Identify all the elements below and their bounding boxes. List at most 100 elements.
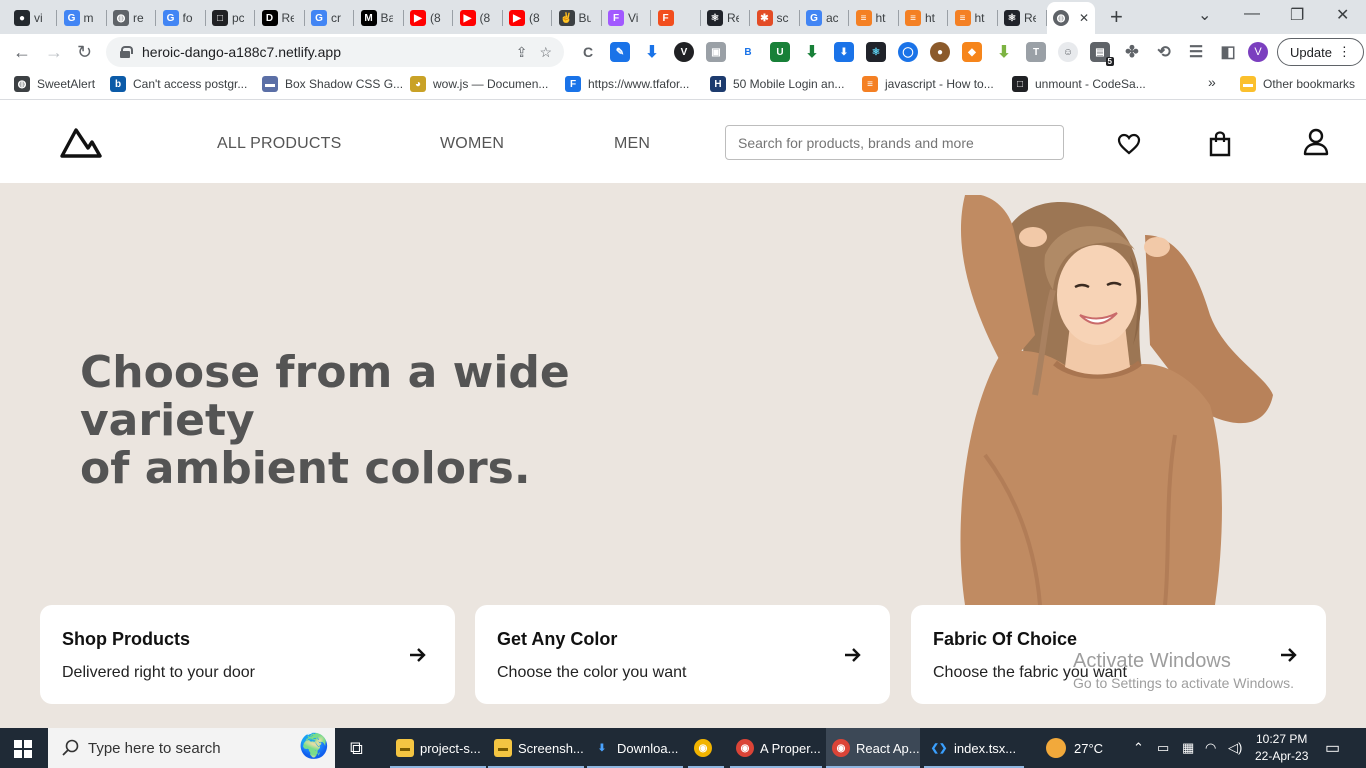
side-panel-icon[interactable]: ◧ (1218, 42, 1238, 62)
system-clock[interactable]: 10:27 PM 22-Apr-23 (1255, 731, 1308, 765)
bookmark-item[interactable]: Fhttps://www.tfafor... (565, 76, 689, 92)
new-tab-button[interactable]: + (1110, 6, 1123, 28)
eyedropper-icon[interactable]: ✎ (610, 42, 630, 62)
browser-tab[interactable]: ◍ re (107, 4, 153, 32)
tab-active[interactable]: ◍ ✕ (1047, 2, 1095, 34)
t-extension-icon[interactable]: T (1026, 42, 1046, 62)
tab-search-chevron-icon[interactable]: ⌄ (1198, 5, 1211, 25)
bookmark-item[interactable]: ▬ Box Shadow CSS G... (262, 76, 403, 92)
taskbar-app[interactable]: ◉ React Ap... (826, 728, 920, 768)
close-window-button[interactable]: ✕ (1336, 5, 1349, 25)
product-search-input[interactable] (725, 125, 1064, 160)
vp-icon[interactable]: V (674, 42, 694, 62)
taskbar-app[interactable]: ⬇ Downloa... (587, 728, 683, 768)
taskbar-app[interactable]: ▬ project-s... (390, 728, 486, 768)
mountain-logo-icon[interactable] (60, 126, 102, 158)
close-tab-icon[interactable]: ✕ (1079, 11, 1089, 25)
back-button[interactable]: ← (13, 42, 31, 62)
bookmark-star-icon[interactable]: ☆ (539, 44, 552, 61)
css-peeper-icon[interactable]: C (578, 42, 598, 62)
minimize-button[interactable]: — (1244, 5, 1260, 23)
browser-tab[interactable]: ≡ ht (899, 4, 945, 32)
other-bookmarks[interactable]: ▬ Other bookmarks (1240, 76, 1355, 92)
us-extension-icon[interactable]: U (770, 42, 790, 62)
blue-download-icon[interactable]: ⬇ (834, 42, 854, 62)
badge-extension-icon[interactable]: ▤ 5 (1090, 42, 1114, 66)
feature-card-shop-products[interactable]: Shop Products Delivered right to your do… (40, 605, 455, 704)
show-hidden-icons-chevron[interactable]: ⌃ (1133, 728, 1144, 768)
share-icon[interactable]: ⇪ (516, 44, 528, 61)
browser-tab[interactable]: ▶ (8 (503, 4, 549, 32)
taskbar-app[interactable]: ◉ (688, 728, 724, 768)
nav-women[interactable]: WOMEN (440, 135, 504, 153)
network-tray-icon[interactable]: ▦ (1182, 728, 1194, 768)
address-bar[interactable]: heroic-dango-a188c7.netlify.app ⇪ ☆ (106, 37, 564, 67)
browser-tab[interactable]: ⚛ Re (998, 4, 1044, 32)
browser-tab[interactable]: Gcr (305, 4, 351, 32)
heart-icon[interactable] (1117, 133, 1141, 155)
feature-card-fabric-of-choice[interactable]: Fabric Of Choice Choose the fabric you w… (911, 605, 1326, 704)
forward-button[interactable]: → (45, 42, 63, 62)
nav-all-products[interactable]: ALL PRODUCTS (217, 135, 342, 153)
cookie-icon[interactable]: ● (930, 42, 950, 62)
bookmark-item[interactable]: H 50 Mobile Login an... (710, 76, 844, 92)
arrow-right-icon[interactable] (1280, 647, 1298, 663)
nav-men[interactable]: MEN (614, 135, 650, 153)
reading-list-icon[interactable]: ☰ (1186, 42, 1206, 62)
browser-tab[interactable]: ≡ ht (850, 4, 896, 32)
task-view-icon[interactable]: ⧉ (350, 728, 363, 768)
bookmarks-overflow-chevron[interactable]: » (1208, 74, 1216, 90)
notifications-icon[interactable]: ▭ (1325, 728, 1340, 768)
browser-tab[interactable]: ✌ Bu (553, 4, 599, 32)
bookmark-item[interactable]: ≡ javascript - How to... (862, 76, 994, 92)
update-button[interactable]: Update ⋮ (1277, 38, 1364, 66)
restore-button[interactable]: ❐ (1290, 5, 1304, 25)
browser-tab[interactable]: DRe (256, 4, 302, 32)
metamask-icon[interactable]: ◆ (962, 42, 982, 62)
taskbar-app[interactable]: ❮❯ index.tsx... (924, 728, 1024, 768)
taskbar-app[interactable]: ▬ Screensh... (488, 728, 584, 768)
url-text[interactable]: heroic-dango-a188c7.netlify.app (142, 44, 516, 60)
browser-tab[interactable]: Gac (800, 4, 846, 32)
sync-icon[interactable]: ⟲ (1154, 42, 1174, 62)
circle-extension-icon[interactable]: ◯ (898, 42, 918, 62)
browser-tab[interactable]: F Vi (602, 4, 648, 32)
image-extension-icon[interactable]: ▣ (706, 42, 726, 62)
bookmark-item[interactable]: ◍ SweetAlert (14, 76, 95, 92)
browser-tab[interactable]: ▶ (8 (404, 4, 450, 32)
browser-tab[interactable]: ⚛ Re (701, 4, 747, 32)
bookmark-item[interactable]: □ unmount - CodeSa... (1012, 76, 1146, 92)
weather-widget[interactable]: 27°C (1046, 728, 1103, 768)
bookmark-item[interactable]: ◕ wow.js — Documen... (410, 76, 548, 92)
windows-start-icon[interactable] (14, 740, 32, 758)
browser-tab[interactable]: Gfo (157, 4, 203, 32)
taskbar-search-box[interactable]: Type here to search 🌍 (48, 728, 335, 768)
feature-card-get-any-color[interactable]: Get Any Color Choose the color you want (475, 605, 890, 704)
reload-button[interactable]: ↻ (77, 42, 92, 62)
browser-tab[interactable]: F (652, 4, 698, 32)
lime-download-icon[interactable]: ⬇ (994, 42, 1014, 62)
browser-tab[interactable]: Gm (58, 4, 104, 32)
battery-icon[interactable]: ▭ (1157, 728, 1169, 768)
arrow-right-icon[interactable] (409, 647, 427, 663)
arrow-right-icon[interactable] (844, 647, 862, 663)
profile-avatar[interactable]: V (1248, 42, 1268, 62)
green-download-icon[interactable]: ⬇ (802, 42, 822, 62)
face-extension-icon[interactable]: ☺ (1058, 42, 1078, 62)
shopping-bag-icon[interactable] (1208, 131, 1232, 157)
taskbar-app[interactable]: ◉ A Proper... (730, 728, 822, 768)
wifi-icon[interactable]: ◠ (1205, 728, 1216, 768)
browser-tab[interactable]: M Ba (355, 4, 401, 32)
lock-icon[interactable] (120, 46, 133, 58)
browser-tab[interactable]: ✱ sc (751, 4, 797, 32)
user-account-icon[interactable] (1303, 128, 1329, 156)
puzzle-icon[interactable]: ✤ (1122, 42, 1142, 62)
browser-tab[interactable]: ≡ ht (949, 4, 995, 32)
download-extension-icon[interactable]: ⬇ (642, 42, 662, 62)
browser-tab[interactable]: ● vi (8, 4, 54, 32)
browser-tab[interactable]: ▶ (8 (454, 4, 500, 32)
react-devtools-icon[interactable]: ⚛ (866, 42, 886, 62)
b-extension-icon[interactable]: B (738, 42, 758, 62)
browser-tab[interactable]: □ pc (206, 4, 252, 32)
volume-icon[interactable]: ◁) (1228, 728, 1242, 768)
